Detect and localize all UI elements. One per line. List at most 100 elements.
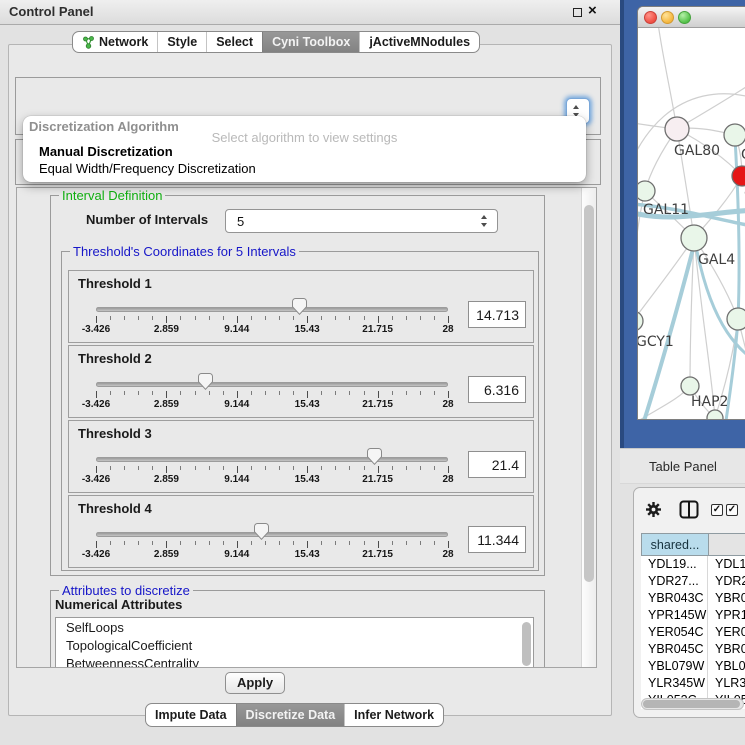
- table-row[interactable]: YPR145WYPR145W: [641, 607, 745, 624]
- column-header-name[interactable]: name: [709, 534, 745, 555]
- list-scrollbar-thumb[interactable]: [522, 622, 531, 666]
- gear-icon[interactable]: [645, 501, 662, 518]
- slider-thumb[interactable]: [254, 523, 269, 540]
- tab-cyni-toolbox[interactable]: Cyni Toolbox: [262, 32, 359, 52]
- threshold-value-field[interactable]: 6.316: [468, 376, 526, 403]
- cell-name[interactable]: YBR045C: [708, 641, 745, 658]
- slider-thumb[interactable]: [367, 448, 382, 465]
- attribute-list-item[interactable]: BetweennessCentrality: [56, 654, 533, 668]
- cell-name[interactable]: YDL19...: [708, 556, 745, 573]
- viewport-scrollbar-thumb[interactable]: [584, 205, 594, 582]
- network-node[interactable]: [707, 410, 723, 420]
- tab-discretize-data[interactable]: Discretize Data: [236, 704, 345, 726]
- minimize-traffic-light[interactable]: [661, 11, 674, 24]
- network-edge[interactable]: [677, 58, 745, 129]
- show-columns-icon[interactable]: [679, 500, 699, 519]
- threshold-value-field[interactable]: 14.713: [468, 301, 526, 328]
- table-row[interactable]: YER054CYER054C: [641, 624, 745, 641]
- tab-impute-data[interactable]: Impute Data: [146, 704, 236, 726]
- attributes-group-title: Attributes to discretize: [59, 583, 193, 598]
- network-edge[interactable]: [694, 238, 738, 319]
- cell-shared-name[interactable]: YBR043C: [641, 590, 708, 607]
- viewport-scrollbar-track[interactable]: [581, 188, 596, 667]
- cell-shared-name[interactable]: YPR145W: [641, 607, 708, 624]
- network-edge-highlighted[interactable]: [735, 138, 739, 319]
- network-node-GAL4[interactable]: [681, 225, 707, 251]
- option-manual-discretization[interactable]: Manual Discretization: [26, 144, 583, 161]
- network-node-C[interactable]: [732, 166, 745, 186]
- slider-track[interactable]: [96, 307, 448, 312]
- threshold-label: Threshold 3: [78, 426, 152, 441]
- table-row[interactable]: YBR045CYBR045C: [641, 641, 745, 658]
- slider-tick-label: 2.859: [154, 549, 179, 560]
- table-hscrollbar-thumb[interactable]: [643, 700, 740, 708]
- attribute-list-item[interactable]: SelfLoops: [56, 618, 533, 636]
- tab-network[interactable]: Network: [73, 32, 157, 52]
- close-icon[interactable]: ×: [588, 2, 597, 19]
- table-row[interactable]: YLR345WYLR345W: [641, 675, 745, 692]
- network-canvas[interactable]: GAL80GCGAL11GAL4GCY1HHAP2: [638, 28, 745, 420]
- tab-jactivemnodules[interactable]: jActiveMNodules: [359, 32, 479, 52]
- slider-track[interactable]: [96, 382, 448, 387]
- slider-ticks: [96, 466, 448, 474]
- tab-select[interactable]: Select: [206, 32, 262, 52]
- slider-tick-label: 15.43: [295, 549, 320, 560]
- table-row[interactable]: YDR27...YDR27...: [641, 573, 745, 590]
- close-traffic-light[interactable]: [644, 11, 657, 24]
- cell-name[interactable]: YBR043C: [708, 590, 745, 607]
- slider-tick: [180, 466, 181, 470]
- threshold-value-field[interactable]: 21.4: [468, 451, 526, 478]
- column-header-shared-name[interactable]: shared...: [642, 534, 709, 555]
- slider-tick: [448, 316, 449, 323]
- attribute-list-item[interactable]: TopologicalCoefficient: [56, 636, 533, 654]
- network-window-titlebar[interactable]: [638, 7, 745, 28]
- network-node-GAL11[interactable]: [638, 181, 655, 201]
- zoom-traffic-light[interactable]: [678, 11, 691, 24]
- cell-shared-name[interactable]: YLR345W: [641, 675, 708, 692]
- table-row[interactable]: YBR043CYBR043C: [641, 590, 745, 607]
- slider-tick: [279, 391, 280, 395]
- network-node-G[interactable]: [724, 124, 745, 146]
- cell-name[interactable]: YDR27...: [708, 573, 745, 590]
- cell-name[interactable]: YPR145W: [708, 607, 745, 624]
- float-window-icon[interactable]: [573, 8, 582, 17]
- tab-infer-network[interactable]: Infer Network: [344, 704, 443, 726]
- slider-tick: [110, 391, 111, 395]
- network-node-H[interactable]: [727, 308, 745, 330]
- number-of-intervals-combo[interactable]: 5: [225, 209, 498, 233]
- threshold-value-field[interactable]: 11.344: [468, 526, 526, 553]
- network-node-HAP2[interactable]: [681, 377, 699, 395]
- network-edge[interactable]: [658, 28, 677, 129]
- option-equal-width-frequency[interactable]: Equal Width/Frequency Discretization: [26, 161, 583, 178]
- slider-tick: [166, 541, 167, 548]
- table-row[interactable]: YDL19...YDL19...: [641, 556, 745, 573]
- table-row[interactable]: YBL079WYBL079W: [641, 658, 745, 675]
- slider-tick: [307, 316, 308, 323]
- tab-style[interactable]: Style: [157, 32, 206, 52]
- cell-name[interactable]: YBL079W: [708, 658, 745, 675]
- cell-shared-name[interactable]: YBL079W: [641, 658, 708, 675]
- cell-shared-name[interactable]: YDR27...: [641, 573, 708, 590]
- cell-shared-name[interactable]: YBR045C: [641, 641, 708, 658]
- slider-tick: [237, 466, 238, 473]
- slider-tick: [237, 316, 238, 323]
- combo-arrows-icon: [481, 215, 488, 227]
- network-node-GCY1[interactable]: [638, 311, 643, 331]
- cell-name[interactable]: YLR345W: [708, 675, 745, 692]
- slider-track[interactable]: [96, 532, 448, 537]
- slider-tick: [420, 316, 421, 320]
- network-node-GAL80[interactable]: [665, 117, 689, 141]
- slider-thumb[interactable]: [198, 373, 213, 390]
- apply-button[interactable]: Apply: [225, 672, 285, 694]
- cell-shared-name[interactable]: YDL19...: [641, 556, 708, 573]
- slider-thumb[interactable]: [292, 298, 307, 315]
- slider-tick: [251, 541, 252, 545]
- cell-name[interactable]: YER054C: [708, 624, 745, 641]
- slider-tick-label: 28: [442, 549, 453, 560]
- slider-track[interactable]: [96, 457, 448, 462]
- select-all-checkbox-icon[interactable]: ✓: [711, 504, 723, 516]
- number-of-intervals-label: Number of Intervals: [86, 212, 208, 227]
- select-none-checkbox-icon[interactable]: ✓: [726, 504, 738, 516]
- cell-shared-name[interactable]: YER054C: [641, 624, 708, 641]
- table-hscrollbar-track[interactable]: [641, 698, 744, 710]
